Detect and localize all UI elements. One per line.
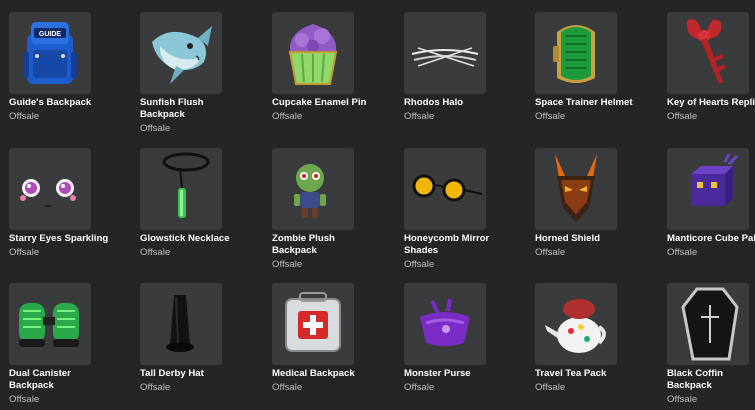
item-name[interactable]: Dual Canister Backpack [9, 368, 109, 392]
item-card[interactable]: Manticore Cube Pal Offsale [667, 148, 755, 259]
item-thumbnail[interactable] [272, 12, 354, 94]
sunglasses-icon [412, 174, 483, 202]
item-name[interactable]: Tall Derby Hat [140, 368, 240, 380]
item-thumbnail[interactable] [140, 12, 222, 94]
item-name[interactable]: Monster Purse [404, 368, 504, 380]
item-price: Offsale [9, 247, 40, 258]
item-card[interactable]: GUIDE Guide's Backpack Offsale [9, 12, 133, 123]
item-thumbnail[interactable] [535, 283, 617, 365]
item-price: Offsale [535, 111, 566, 122]
canister-icon [19, 303, 79, 347]
key-icon [686, 19, 726, 84]
item-price: Offsale [9, 394, 40, 405]
item-price: Offsale [535, 382, 566, 393]
item-price: Offsale [404, 111, 435, 122]
item-card[interactable]: Starry Eyes Sparkling Offsale [9, 148, 133, 259]
catalog-grid: GUIDE Guide's Backpack Offsale Sunfish F… [0, 0, 755, 410]
item-thumbnail[interactable] [404, 12, 486, 94]
backpack-icon: GUIDE [23, 22, 77, 84]
item-thumbnail[interactable] [404, 148, 486, 230]
cube-pal-icon [691, 153, 739, 206]
item-thumbnail[interactable] [667, 148, 749, 230]
item-price: Offsale [667, 111, 698, 122]
item-price: Offsale [140, 382, 171, 393]
medical-kit-icon [285, 292, 341, 352]
item-thumbnail[interactable] [272, 148, 354, 230]
zombie-icon [294, 164, 326, 218]
item-name[interactable]: Black Coffin Backpack [667, 368, 755, 392]
item-price: Offsale [272, 259, 303, 270]
item-card[interactable]: Key of Hearts Replica Offsale [667, 12, 755, 123]
item-card[interactable]: Glowstick Necklace Offsale [140, 148, 264, 259]
item-card[interactable]: Travel Tea Pack Offsale [535, 283, 659, 394]
item-card[interactable]: Sunfish Flush Backpack Offsale [140, 12, 264, 135]
item-name[interactable]: Starry Eyes Sparkling [9, 233, 109, 245]
halo-icon [411, 47, 479, 67]
item-thumbnail[interactable] [535, 12, 617, 94]
item-card[interactable]: Black Coffin Backpack Offsale [667, 283, 755, 406]
item-price: Offsale [404, 259, 435, 270]
hat-icon [166, 295, 194, 352]
item-card[interactable]: Zombie Plush Backpack Offsale [272, 148, 396, 271]
cupcake-icon [288, 24, 338, 85]
item-price: Offsale [272, 111, 303, 122]
item-name[interactable]: Honeycomb Mirror Shades [404, 233, 504, 257]
item-thumbnail[interactable] [272, 283, 354, 365]
item-name[interactable]: Space Trainer Helmet [535, 97, 635, 109]
item-card[interactable]: Tall Derby Hat Offsale [140, 283, 264, 394]
item-thumbnail[interactable] [9, 283, 91, 365]
item-name[interactable]: Guide's Backpack [9, 97, 109, 109]
item-name[interactable]: Sunfish Flush Backpack [140, 97, 240, 121]
item-price: Offsale [535, 247, 566, 258]
item-thumbnail[interactable] [140, 148, 222, 230]
necklace-icon [162, 152, 210, 218]
item-card[interactable]: Dual Canister Backpack Offsale [9, 283, 133, 406]
svg-text:GUIDE: GUIDE [39, 31, 62, 38]
item-name[interactable]: Travel Tea Pack [535, 368, 635, 380]
item-name[interactable]: Zombie Plush Backpack [272, 233, 372, 257]
item-card[interactable]: Monster Purse Offsale [404, 283, 528, 394]
item-thumbnail[interactable] [667, 283, 749, 365]
item-thumbnail[interactable] [9, 148, 91, 230]
item-card[interactable]: Horned Shield Offsale [535, 148, 659, 259]
coffin-icon [681, 287, 739, 361]
item-thumbnail[interactable] [535, 148, 617, 230]
purse-icon [420, 298, 470, 346]
item-name[interactable]: Horned Shield [535, 233, 635, 245]
eyes-icon [20, 179, 76, 207]
item-name[interactable]: Glowstick Necklace [140, 233, 240, 245]
item-thumbnail[interactable] [667, 12, 749, 94]
item-name[interactable]: Medical Backpack [272, 368, 372, 380]
item-card[interactable]: Rhodos Halo Offsale [404, 12, 528, 123]
fish-icon [152, 26, 212, 84]
item-thumbnail[interactable] [404, 283, 486, 365]
item-thumbnail[interactable] [140, 283, 222, 365]
item-price: Offsale [667, 247, 698, 258]
item-card[interactable]: Honeycomb Mirror Shades Offsale [404, 148, 528, 271]
item-name[interactable]: Cupcake Enamel Pin [272, 97, 372, 109]
item-price: Offsale [9, 111, 40, 122]
item-price: Offsale [272, 382, 303, 393]
item-card[interactable]: Space Trainer Helmet Offsale [535, 12, 659, 123]
item-price: Offsale [667, 394, 698, 405]
item-card[interactable]: Medical Backpack Offsale [272, 283, 396, 394]
item-name[interactable]: Manticore Cube Pal [667, 233, 755, 245]
item-price: Offsale [140, 247, 171, 258]
item-name[interactable]: Key of Hearts Replica [667, 97, 755, 109]
item-price: Offsale [140, 123, 171, 134]
helmet-icon [553, 25, 595, 83]
item-name[interactable]: Rhodos Halo [404, 97, 504, 109]
teapot-icon [545, 299, 606, 353]
horned-mask-icon [555, 154, 597, 222]
item-thumbnail[interactable]: GUIDE [9, 12, 91, 94]
item-price: Offsale [404, 382, 435, 393]
item-card[interactable]: Cupcake Enamel Pin Offsale [272, 12, 396, 123]
